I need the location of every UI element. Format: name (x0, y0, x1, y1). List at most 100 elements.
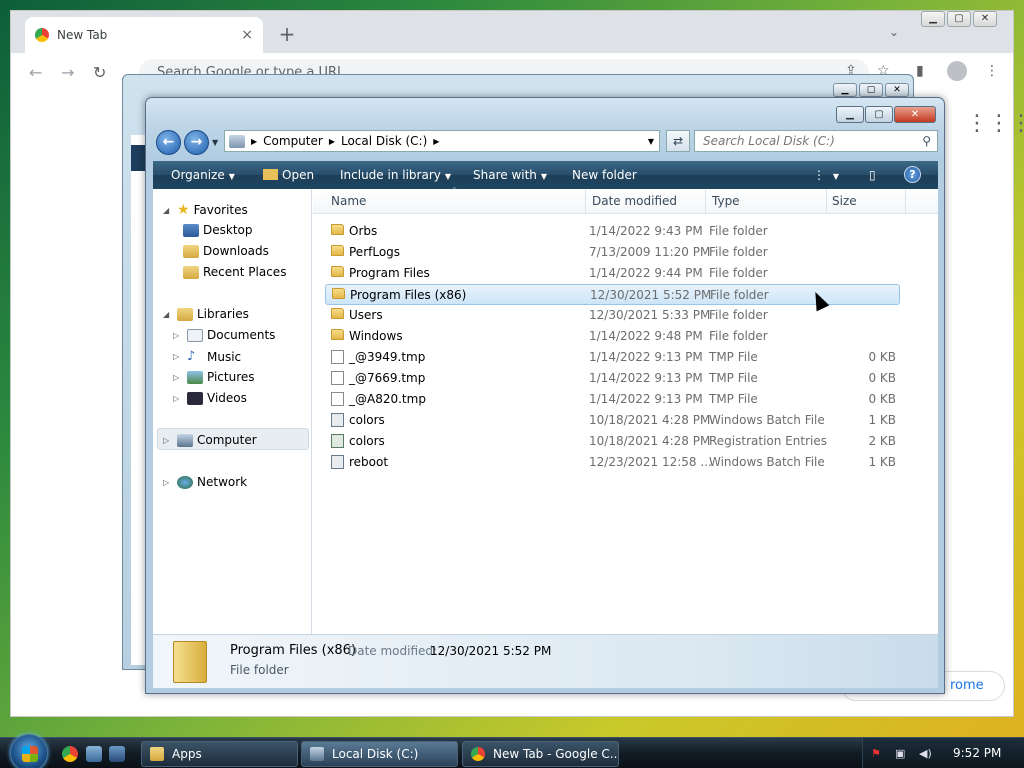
table-row[interactable]: colors 10/18/2021 4:28 PM Registration Ent… (325, 431, 900, 452)
column-type[interactable]: Type (712, 194, 740, 208)
expand-icon[interactable]: ▷ (173, 352, 183, 361)
explorer-window-controls: ▁ ▢ ✕ (836, 106, 936, 123)
expand-icon[interactable]: ▷ (173, 331, 183, 340)
table-row[interactable]: colors 10/18/2021 4:28 PM Windows Batch Fi… (325, 410, 900, 431)
navigation-pane: ◢ ★ Favorites Desktop Downloads Recent P… (153, 189, 312, 634)
chevron-down-icon: ▼ (444, 172, 452, 181)
collapse-icon[interactable]: ◢ (163, 310, 173, 319)
network-status-icon[interactable]: ▣ (895, 747, 909, 761)
nav-label: Pictures (207, 370, 255, 384)
table-row[interactable]: reboot 12/23/2021 12:58 ... Windows Batch … (325, 452, 900, 473)
table-row[interactable]: Windows 1/14/2022 9:48 PM File folder (325, 326, 900, 347)
menu-dots-icon[interactable]: ⋮ (985, 63, 999, 79)
maximize-button[interactable]: ▢ (859, 83, 883, 97)
minimize-button[interactable]: ▁ (836, 106, 864, 123)
close-button[interactable]: ✕ (885, 83, 909, 97)
chrome-tab-new-tab[interactable]: New Tab × (25, 17, 263, 53)
back-button[interactable]: ← (156, 130, 181, 155)
column-size[interactable]: Size (832, 194, 857, 208)
column-name[interactable]: Name (331, 194, 366, 208)
taskbar-local-disk[interactable]: Local Disk (C:) (301, 741, 458, 767)
maximize-button[interactable]: ▢ (947, 11, 971, 27)
command-bar: Organize ▼ Open Include in library ▼ Share… (153, 161, 938, 189)
start-button[interactable] (10, 734, 48, 768)
minimize-button[interactable]: ▁ (833, 83, 857, 97)
profile-avatar[interactable] (947, 61, 967, 81)
maximize-button[interactable]: ▢ (865, 106, 893, 123)
file-icon (331, 371, 344, 385)
table-row[interactable]: Orbs 1/14/2022 9:43 PM File folder (325, 221, 900, 242)
nav-item-music[interactable]: ▷ ♪ Music (173, 349, 241, 364)
reload-icon[interactable]: ↻ (93, 63, 106, 82)
help-icon[interactable]: ? (904, 166, 921, 183)
address-dropdown-icon[interactable]: ▼ (643, 137, 659, 146)
breadcrumb-separator-icon[interactable]: ▶ (251, 137, 257, 146)
nav-item-computer[interactable]: ▷ Computer (163, 433, 257, 447)
clock[interactable]: 9:52 PM (953, 746, 1001, 760)
nav-item-documents[interactable]: ▷ Documents (173, 328, 275, 342)
nav-item-recent-places[interactable]: Recent Places (183, 265, 286, 279)
breadcrumb-local-disk[interactable]: Local Disk (C:) (341, 134, 427, 148)
forward-arrow-icon[interactable]: → (61, 63, 74, 82)
google-apps-grid-icon[interactable]: ⋮⋮⋮ (966, 111, 1024, 136)
search-input[interactable]: Search Local Disk (C:) ⚲ (694, 130, 938, 152)
address-bar[interactable]: ▶ Computer ▶ Local Disk (C:) ▶ ▼ (224, 130, 660, 152)
expand-icon[interactable]: ▷ (173, 373, 183, 382)
nav-item-downloads[interactable]: Downloads (183, 244, 269, 258)
taskbar-chrome[interactable]: New Tab - Google C... (462, 741, 619, 767)
side-panel-icon[interactable]: ▮ (916, 63, 924, 79)
table-row[interactable]: _@A820.tmp 1/14/2022 9:13 PM TMP File 0 KB (325, 389, 900, 410)
change-view-icon[interactable]: ⋮ ▼ (813, 168, 839, 182)
nav-item-desktop[interactable]: Desktop (183, 223, 253, 237)
column-date-modified[interactable]: Date modified (592, 194, 677, 208)
nav-item-pictures[interactable]: ▷ Pictures (173, 370, 255, 384)
file-date: 1/14/2022 9:13 PM (589, 392, 703, 406)
breadcrumb-separator-icon[interactable]: ▶ (433, 137, 439, 146)
column-separator[interactable] (826, 189, 827, 214)
nav-item-network[interactable]: ▷ Network (163, 475, 247, 489)
table-row[interactable]: _@7669.tmp 1/14/2022 9:13 PM TMP File 0 KB (325, 368, 900, 389)
forward-button[interactable]: → (184, 130, 209, 155)
collapse-icon[interactable]: ◢ (163, 206, 173, 215)
file-type: File folder (709, 329, 768, 343)
refresh-button[interactable]: ⇄ (666, 130, 690, 152)
switch-windows-icon[interactable] (109, 746, 125, 762)
column-separator[interactable] (585, 189, 586, 214)
new-tab-button[interactable]: + (275, 23, 299, 47)
file-name: PerfLogs (349, 245, 401, 259)
new-folder-button[interactable]: New folder (572, 168, 637, 182)
close-button[interactable]: ✕ (894, 106, 936, 123)
show-desktop-icon[interactable] (86, 746, 102, 762)
open-button[interactable]: Open (263, 168, 314, 182)
table-row[interactable]: Program Files 1/14/2022 9:44 PM File folde… (325, 263, 900, 284)
table-row[interactable]: _@3949.tmp 1/14/2022 9:13 PM TMP File 0 KB (325, 347, 900, 368)
preview-pane-icon[interactable]: ▯ (869, 168, 876, 182)
share-with-button[interactable]: Share with ▼ (473, 168, 547, 182)
search-icon[interactable]: ⚲ (922, 131, 931, 151)
column-separator[interactable] (905, 189, 906, 214)
expand-icon[interactable]: ▷ (163, 478, 173, 487)
back-arrow-icon[interactable]: ← (29, 63, 42, 82)
taskbar-apps[interactable]: Apps (141, 741, 298, 767)
chrome-quicklaunch-icon[interactable] (62, 746, 78, 762)
minimize-button[interactable]: ▁ (921, 11, 945, 27)
tab-search-chevron-icon[interactable]: ⌄ (885, 25, 903, 43)
security-alert-icon[interactable]: ⚑ (871, 747, 885, 761)
file-date: 1/14/2022 9:48 PM (589, 329, 703, 343)
breadcrumb-computer[interactable]: Computer (263, 134, 323, 148)
nav-item-libraries[interactable]: ◢ Libraries (163, 307, 249, 321)
close-button[interactable]: ✕ (973, 11, 997, 27)
table-row[interactable]: Users 12/30/2021 5:33 PM File folder (325, 305, 900, 326)
expand-icon[interactable]: ▷ (173, 394, 183, 403)
tab-close-icon[interactable]: × (241, 27, 253, 43)
include-in-library-button[interactable]: Include in library ▼ (340, 168, 451, 182)
breadcrumb-separator-icon[interactable]: ▶ (329, 137, 335, 146)
organize-button[interactable]: Organize ▼ (171, 168, 235, 182)
table-row[interactable]: PerfLogs 7/13/2009 11:20 PM File folder (325, 242, 900, 263)
volume-icon[interactable]: ◀) (919, 747, 933, 761)
nav-item-favorites[interactable]: ◢ ★ Favorites (163, 202, 248, 218)
recent-pages-chevron-icon[interactable]: ▼ (212, 138, 218, 147)
expand-icon[interactable]: ▷ (163, 436, 173, 445)
nav-item-videos[interactable]: ▷ Videos (173, 391, 247, 405)
column-separator[interactable] (705, 189, 706, 214)
